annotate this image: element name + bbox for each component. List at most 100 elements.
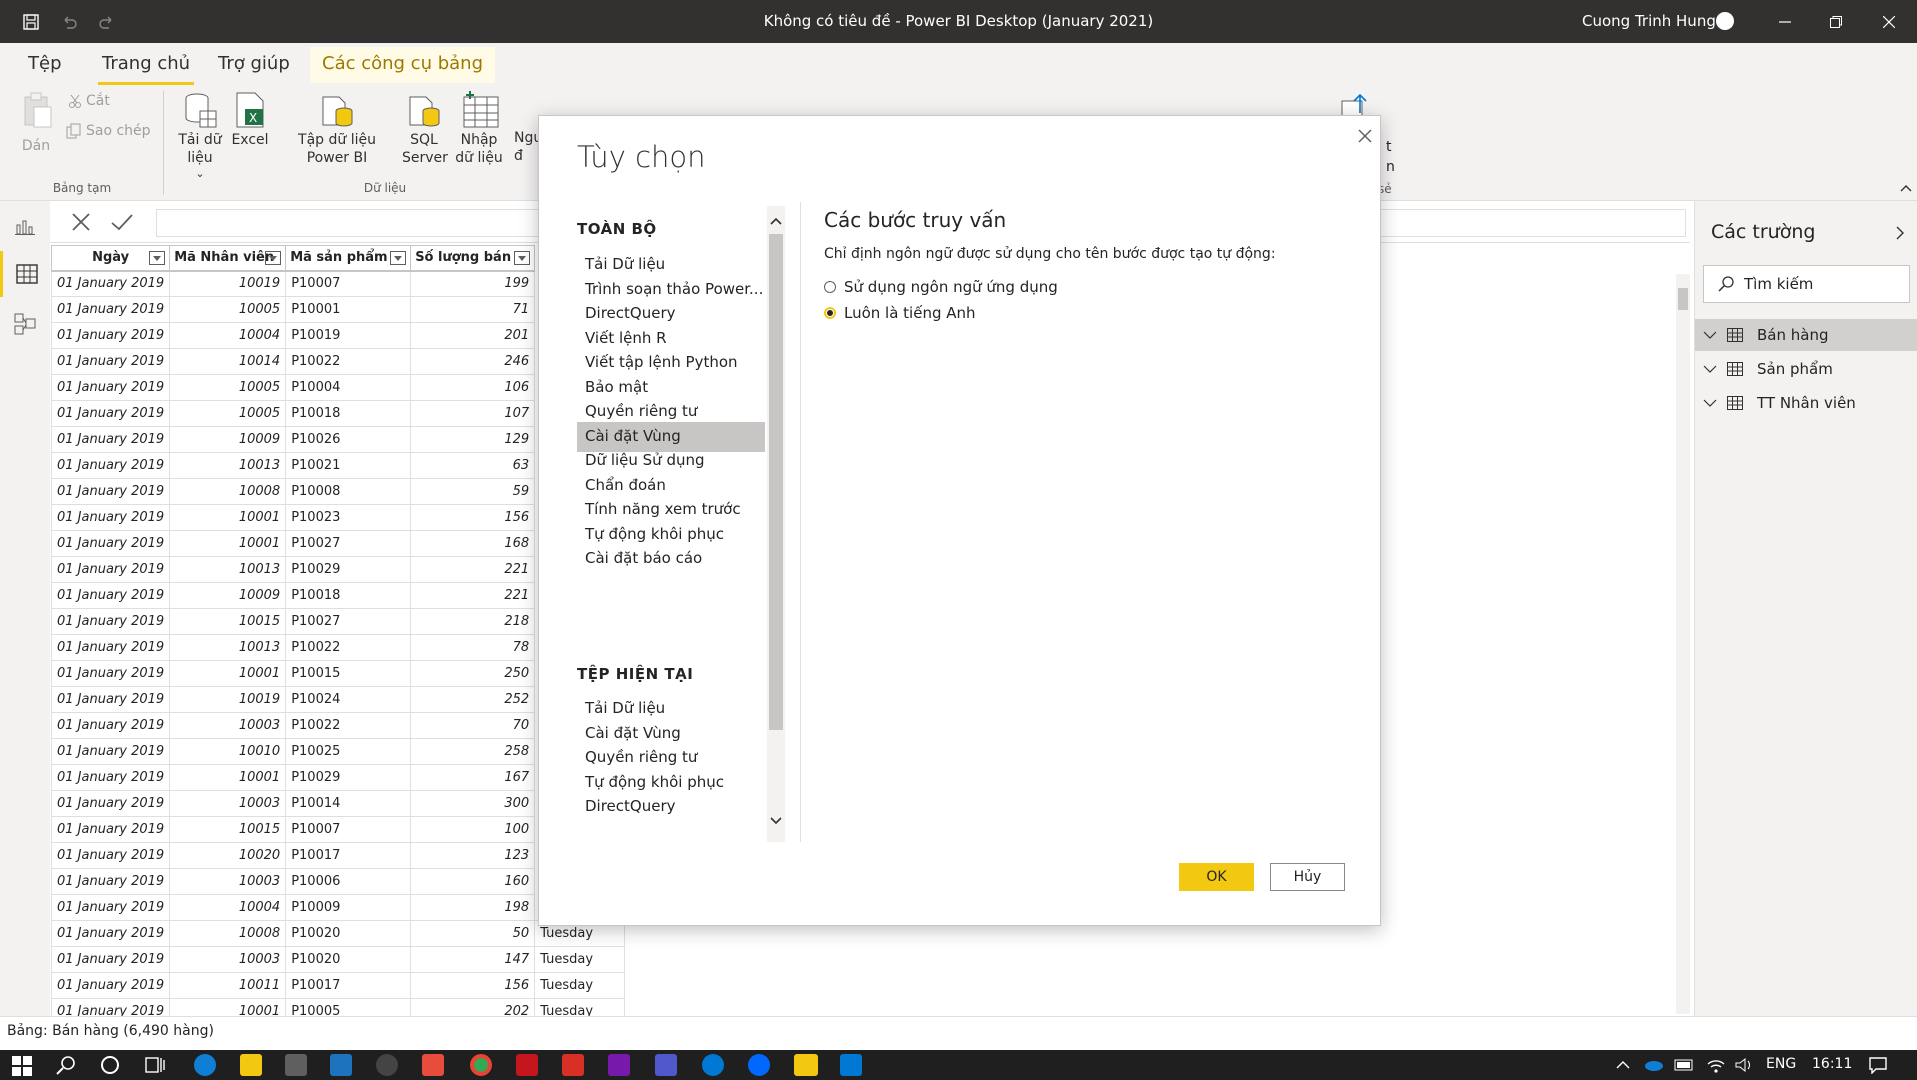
- cell-quantity: 78: [410, 634, 536, 661]
- avatar[interactable]: [1716, 12, 1734, 30]
- data-view-icon[interactable]: [0, 251, 50, 297]
- chrome-icon[interactable]: [470, 1054, 492, 1076]
- zalo-icon[interactable]: [748, 1054, 770, 1076]
- cell-employee-id: 10005: [169, 296, 287, 323]
- sql-server-button[interactable]: SQL Server: [402, 91, 448, 167]
- scissors-icon: [69, 94, 81, 108]
- scrollbar-thumb[interactable]: [769, 234, 783, 730]
- input-language[interactable]: ENG: [1766, 1056, 1796, 1072]
- acrobat-icon[interactable]: [516, 1054, 538, 1076]
- cancel-formula-icon[interactable]: [70, 211, 92, 237]
- close-window-icon[interactable]: [1861, 0, 1917, 43]
- fields-pane: Các trường Tìm kiếm Bán hàng Sản phẩm TT…: [1694, 201, 1917, 1021]
- cancel-button[interactable]: Hủy: [1270, 863, 1345, 891]
- dell-icon[interactable]: [376, 1054, 398, 1076]
- cell-date: 01 January 2019: [50, 842, 171, 869]
- copy-button[interactable]: Sao chép: [66, 123, 151, 139]
- nav-item-current-file[interactable]: DirectQuery: [577, 792, 765, 822]
- filter-dropdown-icon[interactable]: [265, 251, 282, 265]
- filter-dropdown-icon[interactable]: [514, 251, 531, 265]
- field-table-employees[interactable]: TT Nhân viên: [1695, 387, 1917, 419]
- report-view-icon[interactable]: [0, 203, 50, 249]
- chevron-up-icon[interactable]: [769, 212, 783, 230]
- tab-table-tools[interactable]: Các công cụ bảng: [310, 47, 495, 83]
- task-view-icon[interactable]: [145, 1056, 165, 1078]
- pbi-dataset-button[interactable]: Tập dữ liệu Power BI: [275, 91, 399, 167]
- cut-button[interactable]: Cắt: [68, 93, 110, 109]
- scrollbar-thumb[interactable]: [1678, 288, 1688, 310]
- cell-employee-id: 10014: [169, 348, 287, 375]
- pdf-icon[interactable]: [562, 1054, 584, 1076]
- chevron-down-icon[interactable]: [1703, 330, 1717, 340]
- ok-button[interactable]: OK: [1179, 863, 1254, 891]
- field-table-sales[interactable]: Bán hàng: [1695, 319, 1917, 351]
- cell-quantity: 156: [410, 972, 536, 999]
- chevron-right-icon[interactable]: [1895, 225, 1905, 245]
- chevron-down-icon[interactable]: [769, 812, 783, 830]
- cell-date: 01 January 2019: [50, 608, 171, 635]
- user-name[interactable]: Cuong Trinh Hung: [1582, 12, 1716, 30]
- notifications-icon[interactable]: [1868, 1056, 1888, 1078]
- chevron-down-icon[interactable]: [1703, 398, 1717, 408]
- partial-button[interactable]: Ngu đ: [514, 91, 538, 165]
- nav-scrollbar[interactable]: [767, 206, 785, 842]
- cell-quantity: 59: [410, 478, 536, 505]
- powerbi-icon[interactable]: [794, 1054, 818, 1076]
- restore-icon[interactable]: [1808, 0, 1864, 43]
- get-data-button[interactable]: Tải dữ liệu ⌄: [174, 91, 226, 183]
- fields-search-input[interactable]: Tìm kiếm: [1703, 265, 1910, 303]
- radio-app-language[interactable]: Sử dụng ngôn ngữ ứng dụng: [824, 278, 1344, 296]
- column-header-employee[interactable]: Mã Nhân viên: [169, 245, 287, 272]
- battery-icon[interactable]: [1674, 1058, 1696, 1076]
- column-header-date[interactable]: Ngày: [50, 245, 171, 272]
- ribbon-separator: [163, 91, 164, 195]
- field-table-products[interactable]: Sản phẩm: [1695, 353, 1917, 385]
- column-header-product[interactable]: Mã sản phẩm: [285, 245, 412, 272]
- clock[interactable]: 16:11: [1812, 1056, 1852, 1072]
- onenote-icon[interactable]: [608, 1054, 630, 1076]
- cortana-icon[interactable]: [100, 1055, 120, 1079]
- tab-home[interactable]: Trang chủ: [98, 53, 195, 85]
- enter-data-button[interactable]: Nhập dữ liệu: [450, 91, 508, 167]
- paste-button[interactable]: Dán: [14, 91, 58, 155]
- nav-item-global[interactable]: Cài đặt báo cáo: [577, 544, 765, 574]
- cell-quantity: 218: [410, 608, 536, 635]
- edge-icon[interactable]: [194, 1054, 216, 1076]
- minimize-icon[interactable]: [1757, 0, 1813, 43]
- radio-button-selected[interactable]: [824, 307, 836, 319]
- windows-start-icon[interactable]: [12, 1056, 32, 1080]
- filter-dropdown-icon[interactable]: [149, 251, 166, 265]
- cell-date: 01 January 2019: [50, 296, 171, 323]
- get-data-label: Tải dữ liệu: [178, 132, 222, 166]
- onedrive-icon[interactable]: [1642, 1058, 1664, 1076]
- chevron-down-icon[interactable]: [1703, 364, 1717, 374]
- search-icon[interactable]: [56, 1055, 76, 1079]
- volume-icon[interactable]: [1734, 1056, 1754, 1078]
- file-explorer-icon[interactable]: [240, 1054, 262, 1076]
- filter-dropdown-icon[interactable]: [390, 251, 407, 265]
- column-header-quantity[interactable]: Số lượng bán: [410, 245, 536, 272]
- tab-file[interactable]: Tệp: [24, 53, 66, 85]
- chevron-up-icon[interactable]: [1616, 1058, 1630, 1074]
- teams-icon[interactable]: [655, 1054, 677, 1076]
- store-icon[interactable]: [285, 1054, 307, 1076]
- tab-help[interactable]: Trợ giúp: [214, 53, 294, 85]
- grid-vertical-scrollbar[interactable]: [1676, 274, 1690, 1014]
- app-icon[interactable]: [702, 1054, 724, 1076]
- cell-employee-id: 10001: [169, 504, 287, 531]
- excel-button[interactable]: X Excel: [230, 91, 270, 149]
- mail-icon[interactable]: [330, 1054, 352, 1076]
- close-icon[interactable]: [1353, 124, 1377, 148]
- radio-always-english[interactable]: Luôn là tiếng Anh: [824, 304, 1344, 322]
- app-icon[interactable]: [422, 1054, 444, 1076]
- commit-formula-icon[interactable]: [110, 211, 134, 237]
- radio-button[interactable]: [824, 281, 836, 293]
- outlook-icon[interactable]: [840, 1054, 862, 1076]
- cell-employee-id: 10001: [169, 660, 287, 687]
- collapse-ribbon-icon[interactable]: [1900, 181, 1912, 195]
- table-row: 01 January 2019 10011 P10017 156 Tuesday: [50, 972, 626, 999]
- table-row: 01 January 2019 10003 P10020 147 Tuesday: [50, 946, 626, 973]
- model-view-icon[interactable]: [0, 301, 50, 347]
- radio-label: Sử dụng ngôn ngữ ứng dụng: [844, 278, 1058, 296]
- wifi-icon[interactable]: [1706, 1056, 1726, 1078]
